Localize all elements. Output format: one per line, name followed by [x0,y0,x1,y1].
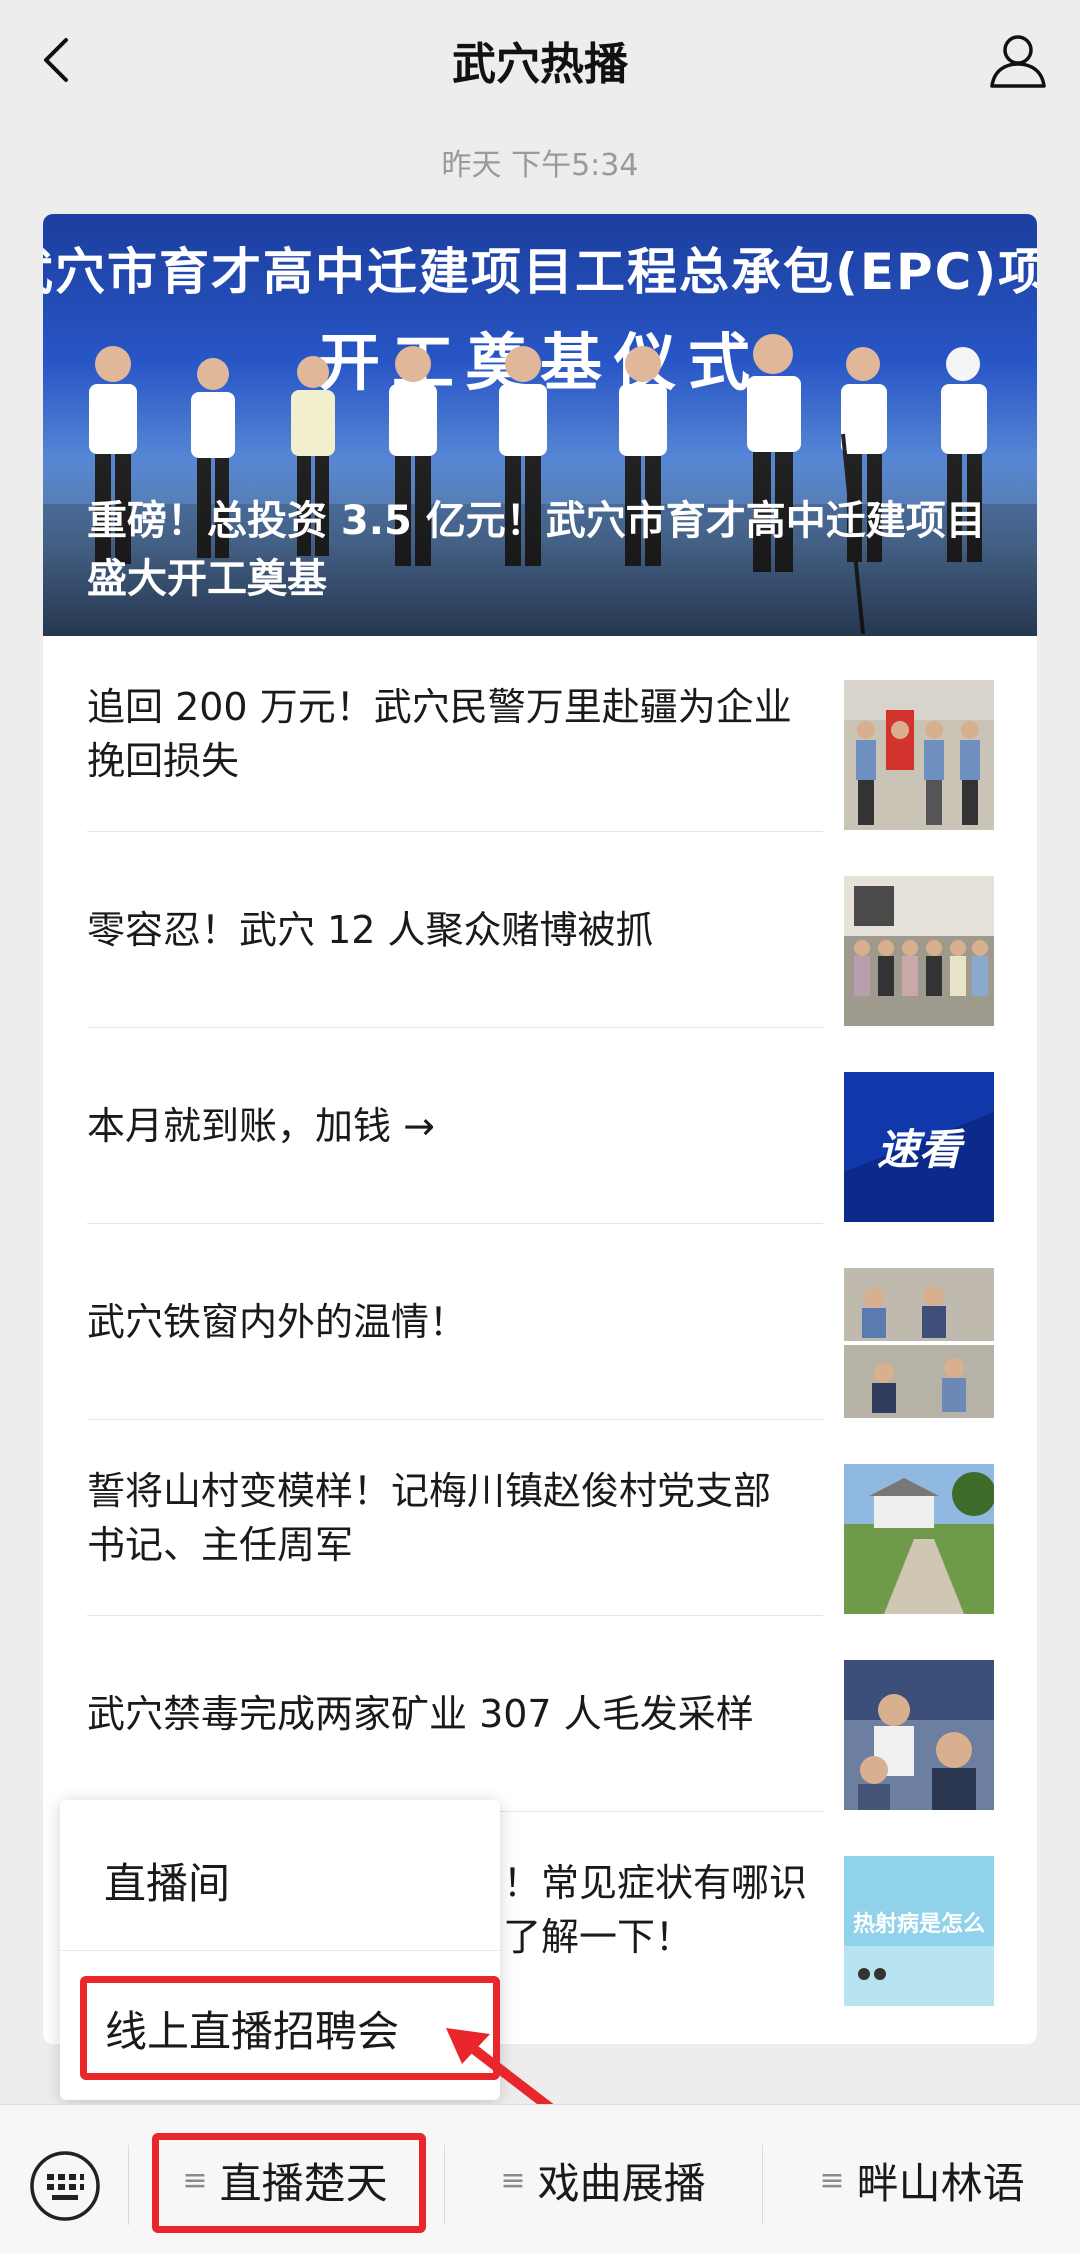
article-title: ！常见症状有哪识了解一下！ [503,1861,808,1959]
article-item[interactable]: 武穴禁毒完成两家矿业 307 人毛发采样 [43,1616,1037,1812]
article-thumbnail [844,1464,994,1614]
article-thumbnail [844,876,994,1026]
article-title: 武穴铁窗内外的温情！ [87,1300,468,1344]
hero-headline: 重磅！总投资 3.5 亿元！武穴市育才高中迁建项目盛大开工奠基 [87,498,986,602]
article-thumbnail [844,1660,994,1810]
tab-divider [762,2145,763,2225]
menu-divider [60,1950,500,1951]
article-title: 本月就到账，加钱 → [87,1104,435,1148]
hero-banner-title: 武穴市育才高中迁建项目工程总承包(EPC)项目 [43,243,1037,301]
article-title: 零容忍！武穴 12 人聚众赌博被抓 [87,908,654,952]
article-thumbnail: 热射病是怎么 [844,1856,994,2006]
menu-item-live-room[interactable]: 直播间 [104,1850,230,1911]
user-profile-icon[interactable] [986,28,1050,92]
page-title: 武穴热播 [452,39,628,90]
article-item[interactable]: 武穴铁窗内外的温情！ [43,1224,1037,1420]
message-timestamp: 昨天 下午5:34 [441,148,639,183]
top-nav-bar: 武穴热播 [0,0,1080,120]
article-item[interactable]: 誓将山村变模样！记梅川镇赵俊村党支部书记、主任周军 [43,1420,1037,1616]
hero-article[interactable]: 武穴市育才高中迁建项目工程总承包(EPC)项目 开工奠基仪式 重磅！总投资 3.… [43,214,1037,636]
article-thumbnail [844,1268,994,1418]
menu-lines-icon: ≡ [500,2162,526,2198]
article-title: 追回 200 万元！武穴民警万里赴疆为企业挽回损失 [87,685,792,783]
menu-item-online-live-job-fair[interactable]: 线上直播招聘会 [80,1976,500,2080]
tab-label: 畔山林语 [856,2158,1025,2208]
tab-divider [444,2145,445,2225]
tab-label: 戏曲展播 [537,2158,706,2208]
tab-panshan-linyu[interactable]: ≡ 畔山林语 [764,2105,1080,2254]
article-item[interactable]: 追回 200 万元！武穴民警万里赴疆为企业挽回损失 [43,636,1037,832]
article-item[interactable]: 本月就到账，加钱 → 速看 [43,1028,1037,1224]
back-arrow-icon[interactable] [32,32,88,88]
menu-lines-icon: ≡ [819,2162,845,2198]
article-title: 武穴禁毒完成两家矿业 307 人毛发采样 [87,1692,754,1736]
keyboard-icon[interactable] [28,2149,102,2223]
thumbnail-label: 速看 [877,1125,965,1174]
article-title: 誓将山村变模样！记梅川镇赵俊村党支部书记、主任周军 [87,1469,772,1567]
article-card: 武穴市育才高中迁建项目工程总承包(EPC)项目 开工奠基仪式 重磅！总投资 3.… [43,214,1037,2044]
highlight-box [152,2133,426,2233]
tab-opera-showcase[interactable]: ≡ 戏曲展播 [446,2105,760,2254]
tab-divider [128,2145,129,2225]
article-item[interactable]: 零容忍！武穴 12 人聚众赌博被抓 [43,832,1037,1028]
article-thumbnail [844,680,994,830]
thumbnail-label: 热射病是怎么 [853,1911,985,1937]
bottom-menu-bar: ≡ 直播楚天 ≡ 戏曲展播 ≡ 畔山林语 [0,2104,1080,2254]
submenu-popup: 直播间 线上直播招聘会 [60,1800,500,2100]
article-thumbnail: 速看 [844,1072,994,1222]
